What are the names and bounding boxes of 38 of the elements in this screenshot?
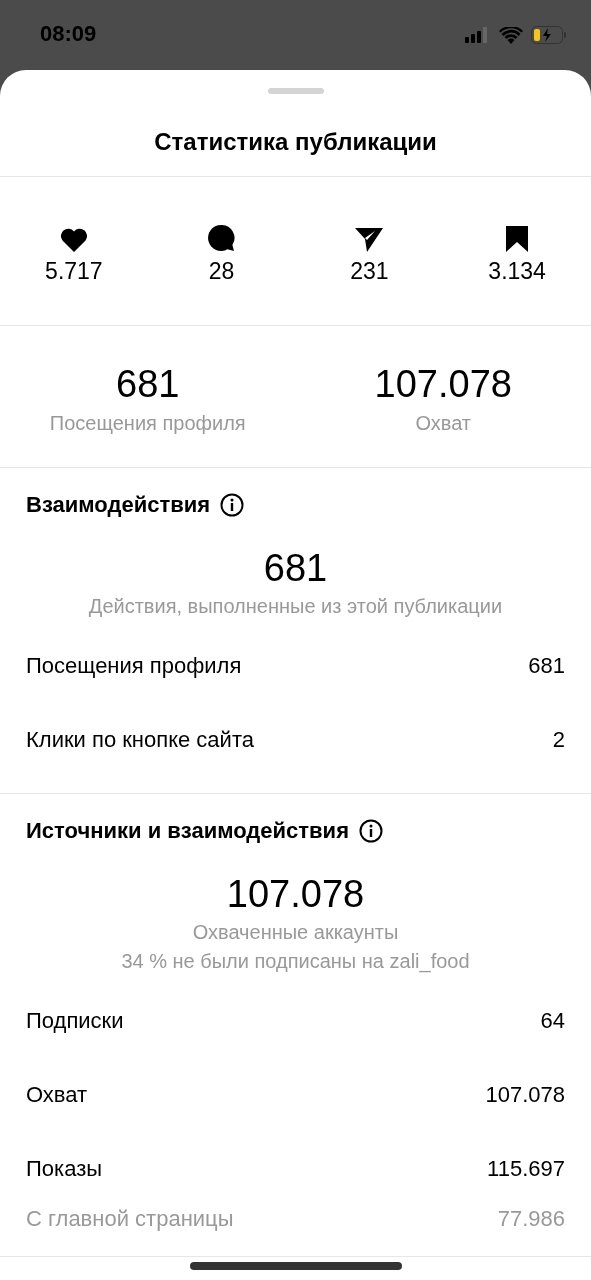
row-value: 107.078	[485, 1082, 565, 1108]
row-value: 681	[528, 653, 565, 679]
summary-value: 107.078	[374, 362, 512, 406]
status-time: 08:09	[40, 21, 97, 47]
row-value: 64	[540, 1008, 565, 1034]
sheet-title: Статистика публикации	[0, 94, 591, 177]
count-value: 28	[208, 258, 235, 285]
row-label: Посещения профиля	[26, 653, 242, 679]
summary-value: 681	[116, 362, 180, 406]
section-title: Источники и взаимодействия	[26, 818, 349, 844]
send-icon	[355, 226, 384, 252]
section-caption: 34 % не были подписаны на zali_food	[121, 949, 470, 974]
summary-label: Посещения профиля	[49, 412, 246, 435]
info-icon[interactable]	[359, 819, 383, 843]
row-label: Подписки	[26, 1008, 124, 1034]
count-value: 5.717	[45, 258, 103, 285]
count-value: 231	[350, 258, 389, 285]
section-total: 681	[263, 546, 328, 590]
section-caption: Действия, выполненные из этой публикации	[88, 594, 503, 619]
section-title: Взаимодействия	[26, 492, 211, 518]
heart-icon	[59, 228, 88, 252]
comment-icon	[208, 225, 236, 252]
battery-icon	[531, 26, 567, 44]
row-label: Охват	[26, 1082, 88, 1108]
summary-label: Охват	[415, 412, 472, 435]
wifi-icon	[499, 26, 523, 44]
row-value: 115.697	[487, 1156, 565, 1182]
info-icon[interactable]	[220, 493, 245, 517]
row-label: Показы	[26, 1156, 103, 1182]
section-caption: Охваченные аккаунты	[192, 920, 399, 945]
row-value: 77.986	[497, 1206, 565, 1232]
row-label: С главной страницы	[26, 1206, 234, 1232]
row-label: Клики по кнопке сайта	[26, 727, 254, 753]
drag-handle[interactable]	[267, 88, 324, 94]
row-value: 2	[552, 727, 565, 753]
bookmark-icon	[506, 226, 529, 252]
section-total: 107.078	[226, 872, 365, 916]
count-value: 3.134	[488, 258, 546, 285]
